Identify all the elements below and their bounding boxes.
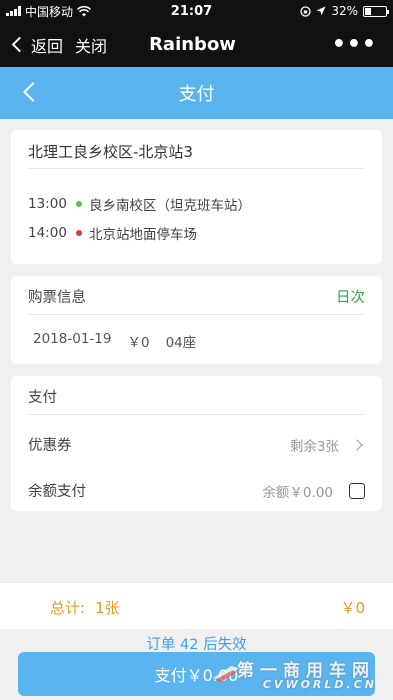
stop-time: 14:00 xyxy=(28,225,67,241)
balance-checkbox[interactable] xyxy=(349,482,365,499)
carrier-label: 中国移动 xyxy=(25,4,74,19)
ticket-seat: 04座 xyxy=(165,335,197,351)
wechat-close-button[interactable]: 关闭 xyxy=(75,33,107,57)
stop-dot-icon xyxy=(76,230,82,236)
total-label: 总计: xyxy=(50,599,86,617)
order-expire-notice: 订单 42 后失效 xyxy=(146,637,247,653)
status-left: 中国移动 xyxy=(6,3,146,20)
wechat-title: Rainbow xyxy=(149,34,236,55)
back-arrow-icon[interactable] xyxy=(23,82,43,102)
chevron-right-icon xyxy=(351,438,363,451)
battery-percent: 32% xyxy=(331,4,358,18)
more-options-icon[interactable]: ••• xyxy=(263,32,383,57)
wechat-nav-left: 返回 关闭 xyxy=(10,33,130,57)
divider xyxy=(28,414,365,415)
divider xyxy=(28,168,365,169)
stop-item: 13:00 良乡南校区（坦克班车站） xyxy=(28,194,251,214)
coupon-remaining: 剩余3张 xyxy=(289,438,339,455)
wechat-back-button[interactable]: 返回 xyxy=(31,33,63,57)
stop-time: 13:00 xyxy=(28,196,67,212)
balance-row: 余额支付 余额￥0.00 xyxy=(28,480,365,501)
clock: 21:07 xyxy=(170,3,213,19)
status-bar: 中国移动 21:07 32% xyxy=(0,0,393,22)
app-header: 支付 xyxy=(0,67,393,119)
total-summary: 总计: 1张 xyxy=(50,597,120,618)
divider xyxy=(28,314,365,315)
signal-icon xyxy=(6,6,21,16)
total-price: ￥0 xyxy=(340,599,365,617)
stop-name: 北京站地面停车场 xyxy=(89,227,197,243)
total-count: 1张 xyxy=(95,599,120,617)
ticket-price: ￥0 xyxy=(127,335,150,351)
stop-item: 14:00 北京站地面停车场 xyxy=(28,223,197,243)
battery-fill xyxy=(365,7,372,15)
coupon-row[interactable]: 优惠券 剩余3张 xyxy=(28,434,365,455)
route-name: 北理工良乡校区-北京站3 xyxy=(28,143,193,161)
stop-dot-icon xyxy=(76,201,82,207)
location-arrow-icon xyxy=(316,6,326,16)
status-right: 32% xyxy=(247,4,389,18)
payment-heading: 支付 xyxy=(28,390,57,406)
ticket-type-tag: 日次 xyxy=(336,290,365,306)
watermark-subtext: CVWORLD.CN xyxy=(262,678,377,691)
balance-amount: 余额￥0.00 xyxy=(262,484,333,501)
payment-card: 支付 优惠券 剩余3张 余额支付 余额￥0.00 xyxy=(11,376,382,511)
lock-rotation-icon xyxy=(300,5,311,17)
stop-name: 良乡南校区（坦克班车站） xyxy=(89,198,251,214)
ticket-info-card: 购票信息 日次 2018-01-19 ￥0 04座 xyxy=(11,276,382,364)
coupon-label: 优惠券 xyxy=(28,438,72,454)
route-card: 北理工良乡校区-北京站3 13:00 良乡南校区（坦克班车站） 14:00 北京… xyxy=(11,130,382,264)
ticket-info-heading: 购票信息 xyxy=(28,290,86,306)
ticket-date: 2018-01-19 xyxy=(33,331,112,347)
balance-label: 余额支付 xyxy=(28,484,86,500)
wechat-nav-bar: 返回 关闭 Rainbow ••• xyxy=(0,22,393,67)
battery-icon xyxy=(363,5,389,17)
page-title: 支付 xyxy=(178,84,215,105)
wifi-icon xyxy=(77,5,91,16)
chevron-left-icon[interactable] xyxy=(11,36,28,53)
total-bar: 总计: 1张 ￥0 xyxy=(0,583,393,629)
ticket-details: 2018-01-19 ￥0 04座 xyxy=(33,331,196,351)
watermark: 第一商用车网 CVWORLD.CN xyxy=(203,656,383,696)
